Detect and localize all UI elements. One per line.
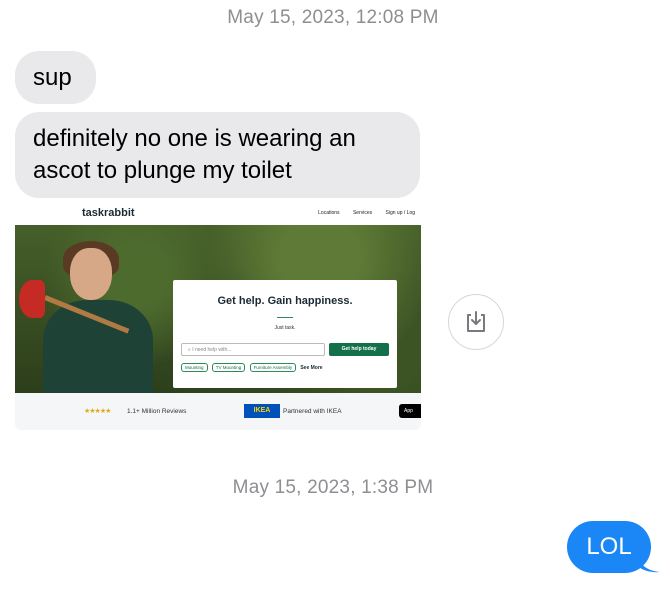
chip-furniture-assembly: Furniture Assembly	[249, 363, 297, 372]
search-placeholder: I need help with...	[192, 347, 232, 353]
chip-mounting: Mounting	[181, 363, 208, 372]
website-logo: taskrabbit	[82, 207, 135, 219]
timestamp-second: May 15, 2023, 1:38 PM	[232, 477, 434, 498]
sent-message-lol[interactable]: LOL	[567, 521, 651, 573]
person-face	[70, 248, 112, 300]
app-store-badge: App	[399, 404, 421, 418]
download-to-tray-icon	[467, 311, 485, 332]
hero-headline: Get help. Gain happiness.	[217, 295, 353, 307]
nav-link-locations: Locations	[318, 210, 340, 216]
person-figure	[43, 300, 153, 400]
website-nav-links: Locations Services Sign up / Log	[306, 210, 415, 216]
hero-search-input: ⌕ I need help with...	[181, 343, 325, 356]
see-more-link: See More	[300, 365, 323, 371]
timestamp-first: May 15, 2023, 12:08 PM	[227, 7, 439, 28]
website-navbar: taskrabbit Locations Services Sign up / …	[15, 200, 421, 225]
website-hero-image: Get help. Gain happiness. Just task. ⌕ I…	[15, 225, 421, 400]
hero-card: Get help. Gain happiness. Just task. ⌕ I…	[173, 280, 397, 388]
hero-subhead: Just task.	[274, 325, 296, 331]
hero-chips: Mounting TV Mounting Furniture Assembly …	[181, 363, 323, 372]
chip-tv-mounting: TV Mounting	[211, 363, 246, 372]
save-attachment-button[interactable]	[448, 294, 504, 350]
website-trust-bar: ★★★★★ 1.1+ Million Reviews IKEA Partnere…	[15, 393, 421, 430]
plunger-cup	[19, 280, 45, 318]
hero-cta-button: Get help today	[329, 343, 389, 356]
rating-stars: ★★★★★	[84, 408, 111, 415]
received-message-sup[interactable]: sup	[15, 51, 96, 104]
image-attachment[interactable]: taskrabbit Locations Services Sign up / …	[15, 200, 421, 430]
reviews-count: 1.1+ Million Reviews	[127, 408, 187, 415]
ikea-logo: IKEA	[244, 404, 280, 418]
received-message-ascot[interactable]: definitely no one is wearing an ascot to…	[15, 112, 420, 198]
hero-divider	[277, 317, 293, 318]
ikea-partner-text: Partnered with IKEA	[283, 408, 342, 415]
nav-link-signup: Sign up / Log	[385, 210, 415, 216]
nav-link-services: Services	[352, 210, 373, 216]
